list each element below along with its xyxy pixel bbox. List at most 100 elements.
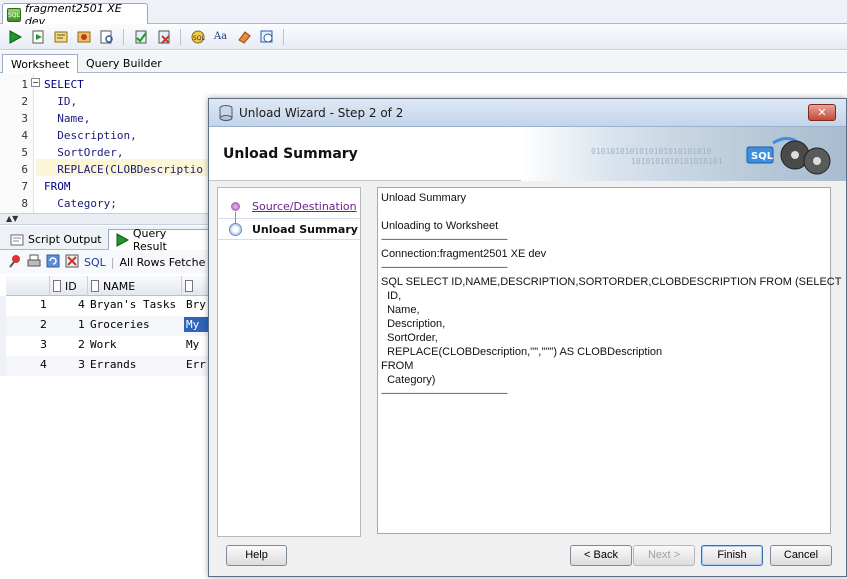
grid-header-rownum bbox=[6, 276, 50, 296]
summary-line: Unloading to Worksheet bbox=[381, 220, 499, 232]
dialog-close-button[interactable]: ✕ bbox=[808, 104, 836, 121]
document-tab[interactable]: SQL fragment2501 XE dev bbox=[2, 2, 148, 28]
line-number: 3 bbox=[21, 112, 28, 125]
help-button[interactable]: Help bbox=[226, 545, 287, 566]
clear-eraser-icon[interactable] bbox=[235, 28, 252, 45]
summary-line: Connection:fragment2501 XE dev bbox=[381, 248, 547, 260]
finish-button[interactable]: Finish bbox=[701, 545, 763, 566]
fetch-status: All Rows Fetche bbox=[119, 255, 206, 269]
banner-artwork: 0101010101010101010101010 10101010101010… bbox=[521, 127, 846, 181]
commit-icon[interactable] bbox=[132, 28, 149, 45]
toolbar-separator bbox=[283, 28, 284, 45]
line-number: 1 bbox=[21, 78, 28, 91]
result-toolbar: SQL | All Rows Fetche bbox=[0, 250, 210, 274]
table-row[interactable]: 4 3 Errands Err bbox=[6, 356, 210, 376]
close-tab-icon[interactable] bbox=[139, 10, 147, 19]
table-row[interactable]: 2 1 Groceries My bbox=[6, 316, 210, 336]
cell-name: Bryan's Tasks bbox=[90, 298, 177, 311]
summary-line: Name, bbox=[381, 304, 420, 316]
toolbar-separator bbox=[123, 28, 124, 45]
tab-query-result[interactable]: Query Result bbox=[108, 227, 210, 253]
tab-script-output[interactable]: Script Output bbox=[4, 229, 108, 250]
code-line: REPLACE(CLOBDescriptio bbox=[44, 163, 203, 176]
column-sort-icon bbox=[185, 280, 193, 292]
run-script-icon[interactable] bbox=[29, 28, 46, 45]
rollback-icon[interactable] bbox=[155, 28, 172, 45]
cell-id: 4 bbox=[78, 298, 85, 311]
database-icon bbox=[219, 104, 233, 121]
query-result-icon bbox=[116, 233, 129, 247]
grid-header-id[interactable]: ID bbox=[50, 276, 88, 296]
grid-header-name-label: NAME bbox=[103, 279, 136, 293]
banner-sql-text: SQL bbox=[751, 151, 774, 162]
column-sort-icon bbox=[53, 280, 61, 292]
dialog-title-bar[interactable]: Unload Wizard - Step 2 of 2 bbox=[209, 99, 846, 127]
autotrace-icon[interactable] bbox=[75, 28, 92, 45]
to-upper-lower-icon[interactable]: Aa bbox=[212, 28, 229, 45]
cancel-button[interactable]: Cancel bbox=[770, 545, 832, 566]
line-number: 2 bbox=[21, 95, 28, 108]
wizard-banner: Unload Summary 0101010101010101010101010… bbox=[209, 127, 846, 181]
summary-line: Unload Summary bbox=[381, 192, 466, 204]
grid-header-id-label: ID bbox=[65, 279, 77, 293]
tab-query-builder[interactable]: Query Builder bbox=[78, 54, 170, 73]
summary-text-area[interactable]: Unload Summary Unloading to Worksheet --… bbox=[377, 187, 841, 534]
line-number-gutter: 1 2 3 4 5 6 7 8 bbox=[0, 73, 34, 213]
sql-reels-icon: SQL bbox=[746, 137, 831, 175]
code-line: Description, bbox=[44, 129, 137, 142]
grid-header: ID NAME bbox=[6, 276, 210, 296]
line-number: 7 bbox=[21, 180, 28, 193]
cancel-query-icon[interactable] bbox=[65, 254, 79, 271]
cell-id: 1 bbox=[78, 318, 85, 331]
summary-line: Description, bbox=[381, 318, 446, 330]
cell-name: Groceries bbox=[90, 318, 150, 331]
sql-link[interactable]: SQL bbox=[84, 256, 106, 269]
run-statement-icon[interactable] bbox=[6, 28, 23, 45]
query-inspect-icon[interactable] bbox=[98, 28, 115, 45]
summary-line: REPLACE(CLOBDescription,'"','""') AS CLO… bbox=[381, 346, 663, 358]
sql-tuning-icon[interactable]: SQL bbox=[189, 28, 206, 45]
table-row[interactable]: 1 4 Bryan's Tasks Bry bbox=[6, 296, 210, 316]
column-sort-icon bbox=[91, 280, 99, 292]
refresh-icon[interactable] bbox=[46, 254, 60, 271]
print-icon[interactable] bbox=[27, 254, 41, 271]
line-number: 6 bbox=[21, 163, 28, 176]
fold-toggle-icon[interactable]: − bbox=[31, 78, 40, 87]
summary-line: Category) bbox=[381, 374, 436, 386]
code-line: SELECT bbox=[44, 78, 84, 91]
code-line: ID, bbox=[44, 95, 78, 108]
cell-description: My bbox=[186, 338, 200, 351]
table-row[interactable]: 3 2 Work My bbox=[6, 336, 210, 356]
grid-header-name[interactable]: NAME bbox=[88, 276, 182, 296]
editor-tabs: Worksheet Query Builder bbox=[0, 51, 847, 73]
back-button[interactable]: < Back bbox=[570, 545, 632, 566]
summary-line: ID, bbox=[381, 290, 402, 302]
code-line: Category; bbox=[44, 197, 117, 210]
dialog-title: Unload Wizard - Step 2 of 2 bbox=[239, 105, 404, 120]
explain-plan-icon[interactable] bbox=[52, 28, 69, 45]
summary-line: SQL SELECT ID,NAME,DESCRIPTION,SORTORDER… bbox=[381, 276, 842, 288]
line-number: 8 bbox=[21, 197, 28, 210]
pin-icon[interactable] bbox=[8, 254, 22, 271]
cell-description-selected[interactable]: My bbox=[184, 317, 210, 332]
step-current-icon bbox=[229, 223, 242, 236]
cell-description: Bry bbox=[186, 298, 206, 311]
cell-description: Err bbox=[186, 358, 206, 371]
wizard-step-nav: Source/Destination Unload Summary bbox=[217, 187, 361, 537]
code-line: SortOrder, bbox=[44, 146, 124, 159]
sql-history-icon[interactable] bbox=[258, 28, 275, 45]
summary-separator: ----------------------------------------… bbox=[381, 262, 508, 272]
nav-step-unload-summary[interactable]: Unload Summary bbox=[252, 223, 358, 236]
summary-line: SortOrder, bbox=[381, 332, 438, 344]
grid-header-description[interactable] bbox=[182, 276, 210, 296]
tab-worksheet[interactable]: Worksheet bbox=[2, 54, 79, 73]
worksheet-toolbar: SQL Aa bbox=[0, 24, 847, 50]
tab-script-output-label: Script Output bbox=[28, 233, 102, 246]
cell-id: 2 bbox=[78, 338, 85, 351]
unload-wizard-dialog: Unload Wizard - Step 2 of 2 ✕ Unload Sum… bbox=[208, 98, 847, 577]
cell-name: Work bbox=[90, 338, 117, 351]
output-tabs: Script Output Query Result bbox=[0, 226, 210, 253]
pane-splitter[interactable]: ▲▼ bbox=[0, 213, 210, 225]
nav-step-source-destination[interactable]: Source/Destination bbox=[252, 200, 357, 213]
next-button[interactable]: Next > bbox=[633, 545, 695, 566]
